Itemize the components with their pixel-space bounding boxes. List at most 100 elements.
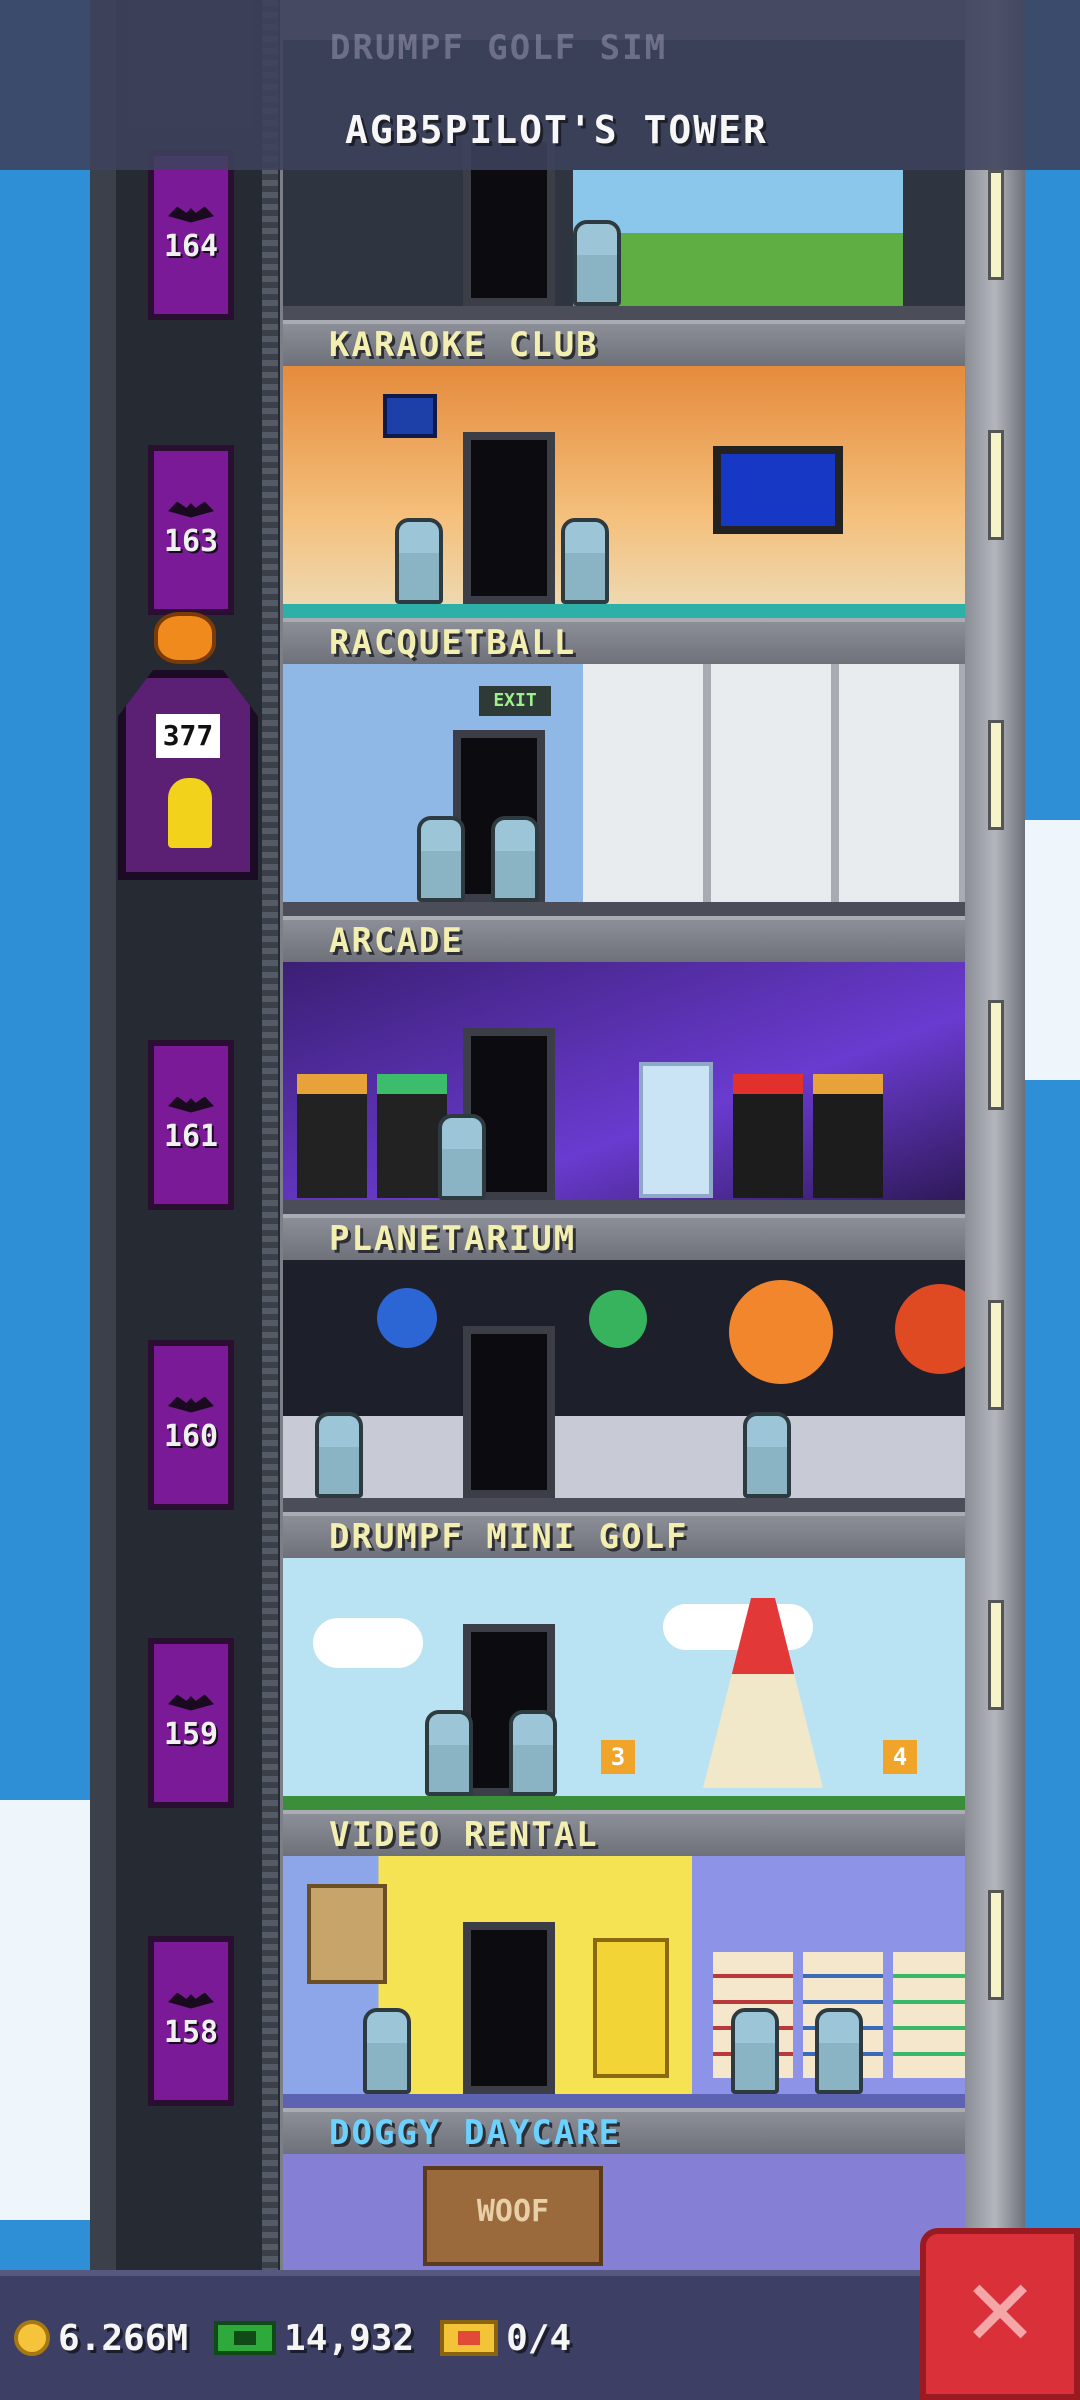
room-interior [283, 1260, 965, 1512]
tickets-stat[interactable]: 0/4 [440, 2318, 571, 2359]
tenant[interactable] [573, 220, 621, 306]
claw-machine [639, 1062, 713, 1198]
tenant[interactable] [363, 2008, 411, 2094]
arcade-cabinet [377, 1074, 447, 1198]
bottom-stats-bar: 6.266M 14,932 0/4 [0, 2270, 920, 2400]
floor-video-rental[interactable]: VIDEO RENTAL [283, 1810, 965, 2108]
floor-karaoke-club[interactable]: KARAOKE CLUB [283, 320, 965, 618]
floor-racquetball[interactable]: RACQUETBALL EXIT [283, 618, 965, 916]
decor-cloud [313, 1618, 423, 1668]
bat-icon [168, 1694, 214, 1711]
elevator-rider [168, 778, 212, 848]
tenant[interactable] [395, 518, 443, 604]
floor-name: PLANETARIUM [283, 1214, 965, 1260]
bux-value: 14,932 [284, 2317, 415, 2359]
room-interior [283, 1856, 965, 2108]
elevator-car[interactable]: 161 [148, 1040, 234, 1210]
top-header: DRUMPF GOLF SIM AGB5PILOT'S TOWER [0, 0, 1080, 170]
tenant[interactable] [509, 1710, 557, 1796]
bat-icon [168, 206, 214, 223]
coins-value: 6.266M [58, 2317, 189, 2359]
planet-green [589, 1290, 647, 1348]
hole-marker: 3 [601, 1740, 635, 1774]
bux-icon [214, 2321, 277, 2355]
bat-icon [168, 1396, 214, 1413]
elevator-floor-number: 163 [163, 523, 219, 559]
exit-sign: EXIT [479, 686, 551, 716]
room-floor [283, 1200, 965, 1214]
room-floor [283, 2094, 965, 2108]
planet-blue [377, 1288, 437, 1348]
elevator-car[interactable]: 160 [148, 1340, 234, 1510]
room-interior: EXIT [283, 664, 965, 916]
elevator-car[interactable]: 163 [148, 445, 234, 615]
elevator-car[interactable]: 158 [148, 1936, 234, 2106]
floor-doggy-daycare[interactable]: DOGGY DAYCARE WOOF [283, 2108, 965, 2270]
room-interior: WOOF [283, 2154, 965, 2270]
room-floor [283, 1498, 965, 1512]
room-floor [283, 604, 965, 618]
elevator-floor-number: 164 [163, 228, 219, 264]
floor-drumpf-mini-golf[interactable]: DRUMPF MINI GOLF 3 4 [283, 1512, 965, 1810]
elevator-car[interactable]: 159 [148, 1638, 234, 1808]
room-door [463, 1326, 555, 1498]
coins-stat: 6.266M [14, 2318, 188, 2359]
tenant[interactable] [315, 1412, 363, 1498]
tenant[interactable] [425, 1710, 473, 1796]
room-interior [283, 962, 965, 1214]
floor-name: DOGGY DAYCARE [283, 2108, 965, 2154]
ticket-icon [440, 2320, 499, 2356]
floor-planetarium[interactable]: PLANETARIUM [283, 1214, 965, 1512]
tenant[interactable] [491, 816, 539, 902]
side-window [988, 1000, 1004, 1110]
golf-sim-screen [573, 170, 903, 310]
arcade-cabinet [297, 1074, 367, 1198]
tenant[interactable] [743, 1412, 791, 1498]
tenant[interactable] [815, 2008, 863, 2094]
planet-red [895, 1284, 965, 1374]
tenant[interactable] [731, 2008, 779, 2094]
close-icon: ✕ [961, 2260, 1039, 2367]
bat-icon [168, 1992, 214, 2009]
movie-poster [307, 1884, 387, 1984]
tickets-value: 0/4 [506, 2317, 572, 2359]
cloud [0, 1800, 90, 2220]
bat-icon [168, 1096, 214, 1113]
elevator-floor-number: 158 [163, 2014, 219, 2050]
bux-stat[interactable]: 14,932 [214, 2318, 414, 2359]
coffin-number: 377 [156, 714, 220, 758]
floor-arcade[interactable]: ARCADE [283, 916, 965, 1214]
floor-name: KARAOKE CLUB [283, 320, 965, 366]
coin-icon [14, 2320, 50, 2356]
shaft-wall [90, 0, 116, 2270]
observation-deck [283, 1416, 965, 1498]
room-floor [283, 902, 965, 916]
decor-cloud [663, 1604, 813, 1650]
hole-marker: 4 [883, 1740, 917, 1774]
coffin-elevator[interactable]: 377 [118, 670, 258, 880]
elevator-car[interactable]: 164 [148, 150, 234, 320]
tenant[interactable] [417, 816, 465, 902]
game-kiosk [593, 1938, 669, 2078]
room-door [463, 432, 555, 604]
room-interior: 3 4 [283, 1558, 965, 1810]
arcade-cabinet [733, 1074, 803, 1198]
floor-name: RACQUETBALL [283, 618, 965, 664]
tenant[interactable] [561, 518, 609, 604]
pumpkin-icon [154, 612, 216, 664]
room-door [463, 1922, 555, 2094]
tenant[interactable] [438, 1114, 486, 1200]
side-window [988, 720, 1004, 830]
video-shelf [893, 1952, 965, 2078]
room-interior [283, 366, 965, 618]
bat-icon [168, 501, 214, 518]
floor-name: VIDEO RENTAL [283, 1810, 965, 1856]
karaoke-sign [383, 394, 437, 438]
tower-title: AGB5PILOT'S TOWER [345, 108, 768, 152]
woof-sign: WOOF [423, 2166, 603, 2266]
side-window [988, 170, 1004, 280]
side-window [988, 430, 1004, 540]
planet-saturn [729, 1280, 833, 1384]
side-window [988, 1300, 1004, 1410]
close-button[interactable]: ✕ [920, 2228, 1080, 2400]
